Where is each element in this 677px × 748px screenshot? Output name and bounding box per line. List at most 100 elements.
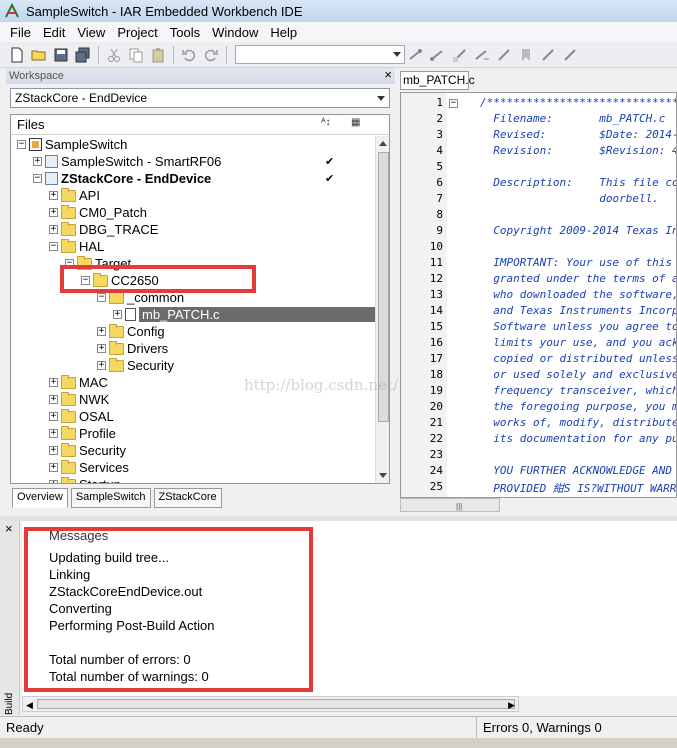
files-header: Files ᴬ↕ ▦	[11, 115, 389, 135]
fold-icon[interactable]: −	[449, 99, 458, 108]
tree-item-label: mb_PATCH.c	[139, 307, 375, 322]
collapse-icon[interactable]: −	[97, 293, 106, 302]
code-line: 16 limits your use, and you ack	[401, 336, 676, 352]
tab-zstackcore[interactable]: ZStackCore	[153, 488, 222, 508]
code-line: 8	[401, 208, 676, 224]
tree-item-label: HAL	[79, 239, 105, 254]
line-number: 7	[436, 192, 443, 205]
tree-item[interactable]: + Drivers	[97, 340, 168, 357]
scroll-left-icon[interactable]: ◀	[26, 700, 33, 711]
expand-icon[interactable]: +	[49, 446, 58, 455]
expand-icon[interactable]: +	[49, 208, 58, 217]
bookmark-icon	[522, 48, 530, 61]
tree-item-label: SampleSwitch	[45, 137, 128, 152]
undo-button[interactable]	[180, 46, 198, 64]
files-scrollbar[interactable]	[375, 136, 389, 483]
tree-item[interactable]: + Config	[97, 323, 165, 340]
tree-item[interactable]: − SampleSwitch	[17, 136, 127, 153]
expand-icon[interactable]: +	[49, 429, 58, 438]
expand-icon[interactable]: +	[97, 327, 106, 336]
configuration-select[interactable]: ZStackCore - EndDevice	[10, 88, 390, 108]
replace-icon	[475, 49, 489, 60]
editor-tab-mb-patch[interactable]: mb_PATCH.c	[400, 71, 475, 90]
tree-item[interactable]: + API	[49, 187, 100, 204]
tree-item[interactable]: − ZStackCore - EndDevice	[33, 170, 211, 187]
tree-item[interactable]: − HAL	[49, 238, 104, 255]
cut-button[interactable]	[105, 46, 123, 64]
code-line: 21 works of, modify, distribute	[401, 416, 676, 432]
tree-item[interactable]: + Security	[49, 442, 126, 459]
save-button[interactable]	[52, 46, 70, 64]
tree-item[interactable]: + Security	[97, 357, 174, 374]
menu-tools[interactable]: Tools	[164, 25, 206, 40]
find-in-files-button[interactable]	[451, 46, 469, 64]
expand-icon[interactable]: +	[49, 463, 58, 472]
folder-icon	[61, 408, 76, 423]
expand-icon[interactable]: +	[33, 157, 42, 166]
expand-icon[interactable]: +	[49, 378, 58, 387]
folder-icon	[61, 476, 76, 483]
tree-item[interactable]: + SampleSwitch - SmartRF06	[33, 153, 221, 170]
tree-item[interactable]: + NWK	[49, 391, 109, 408]
tree-item[interactable]: + DBG_TRACE	[49, 221, 158, 238]
line-number: 3	[436, 128, 443, 141]
expand-icon[interactable]: +	[49, 395, 58, 404]
menu-view[interactable]: View	[71, 25, 111, 40]
copy-button[interactable]	[127, 46, 145, 64]
collapse-icon[interactable]: −	[17, 140, 26, 149]
code-line: 10	[401, 240, 676, 256]
tree-item[interactable]: + MAC	[49, 374, 108, 391]
expand-icon[interactable]: +	[49, 412, 58, 421]
find-previous-button[interactable]	[429, 46, 447, 64]
tree-item[interactable]: + mb_PATCH.c	[113, 306, 375, 323]
find-next-button[interactable]	[407, 46, 425, 64]
tree-item[interactable]: + CM0_Patch	[49, 204, 147, 221]
tree-item[interactable]: + OSAL	[49, 408, 114, 425]
collapse-icon[interactable]: −	[49, 242, 58, 251]
expand-icon[interactable]: +	[49, 225, 58, 234]
build-window-label[interactable]: Build	[4, 693, 15, 715]
redo-button[interactable]	[202, 46, 220, 64]
close-icon[interactable]: ×	[384, 67, 392, 83]
scroll-down-icon[interactable]	[379, 473, 387, 478]
tree-item[interactable]: + Profile	[49, 425, 116, 442]
menu-file[interactable]: File	[4, 25, 37, 40]
scroll-thumb[interactable]	[37, 699, 515, 709]
paste-button[interactable]	[149, 46, 167, 64]
menu-help[interactable]: Help	[264, 25, 303, 40]
expand-icon[interactable]: +	[49, 191, 58, 200]
toolbar-overflow-button[interactable]	[561, 46, 579, 64]
expand-icon[interactable]: +	[49, 480, 58, 483]
tree-item[interactable]: + Services	[49, 459, 129, 476]
replace-button[interactable]	[473, 46, 491, 64]
paste-icon	[152, 47, 164, 62]
messages-hscrollbar[interactable]: ◀ ▶	[22, 696, 519, 712]
bookmark-button[interactable]	[517, 46, 535, 64]
code-editor[interactable]: 1/*********************************−2 Fi…	[400, 92, 677, 498]
close-icon[interactable]: ×	[5, 521, 13, 536]
expand-icon[interactable]: +	[97, 344, 106, 353]
save-all-button[interactable]	[74, 46, 92, 64]
goto-button[interactable]	[495, 46, 513, 64]
scroll-right-icon[interactable]: ▶	[508, 700, 515, 711]
menu-window[interactable]: Window	[206, 25, 264, 40]
tab-sampleswitch[interactable]: SampleSwitch	[70, 488, 151, 508]
line-number: 15	[429, 320, 443, 333]
expand-icon[interactable]: +	[113, 310, 122, 319]
next-bookmark-button[interactable]	[539, 46, 557, 64]
find-combo[interactable]	[235, 45, 405, 64]
expand-icon[interactable]: +	[97, 361, 106, 370]
menu-project[interactable]: Project	[111, 25, 163, 40]
tree-item[interactable]: + Startup	[49, 476, 121, 483]
editor-hscrollbar[interactable]: |||	[400, 498, 500, 512]
column-options-icon[interactable]: ᴬ↕	[321, 117, 331, 128]
column-filter-icon[interactable]: ▦	[351, 117, 360, 128]
collapse-icon[interactable]: −	[33, 174, 42, 183]
highlight-box-cc2650	[60, 265, 256, 293]
open-file-button[interactable]	[30, 46, 48, 64]
menu-edit[interactable]: Edit	[37, 25, 71, 40]
scroll-up-icon[interactable]	[379, 141, 387, 146]
new-file-button[interactable]	[8, 46, 26, 64]
code-text: granted under the terms of a	[480, 272, 677, 285]
tab-overview[interactable]: Overview	[12, 488, 68, 508]
